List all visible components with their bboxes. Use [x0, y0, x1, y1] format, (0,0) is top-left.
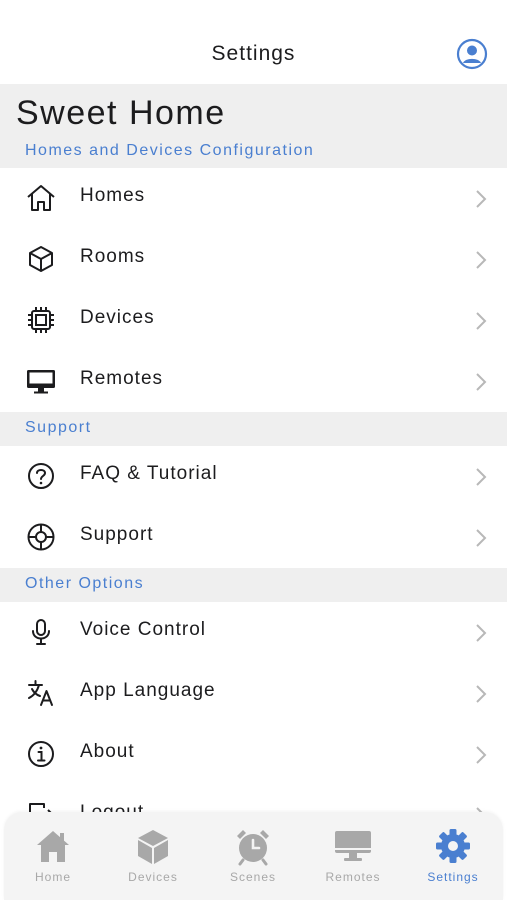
house-icon	[37, 831, 69, 862]
tab-bar: Home Devices Scenes Remotes Settings	[4, 812, 503, 900]
settings-list[interactable]: Sweet Home Homes and Devices Configurati…	[0, 84, 507, 812]
chevron-right-icon	[476, 624, 487, 642]
tab-label: Remotes	[325, 870, 381, 884]
logout-icon	[24, 798, 58, 812]
settings-item-label: Voice Control	[80, 619, 207, 640]
cube-icon	[24, 242, 58, 276]
chevron-right-icon	[476, 251, 487, 269]
chevron-right-icon	[476, 312, 487, 330]
section-title-support: Support	[25, 419, 92, 436]
tab-remotes[interactable]: Remotes	[308, 826, 398, 896]
nav-header: Settings	[0, 0, 507, 84]
chevron-right-icon	[476, 807, 483, 812]
lifebuoy-icon	[24, 520, 58, 554]
chevron-right-icon	[476, 746, 487, 764]
monitor-icon	[335, 831, 371, 861]
settings-item-logout[interactable]: Logout	[0, 785, 507, 812]
chevron-right-icon	[476, 373, 487, 391]
settings-item-label: About	[80, 741, 135, 762]
settings-item-devices[interactable]: Devices	[0, 290, 507, 351]
settings-item-voice-control[interactable]: Voice Control	[0, 602, 507, 663]
house-icon	[24, 181, 58, 215]
section-title-other: Other Options	[25, 575, 145, 592]
tab-settings[interactable]: Settings	[408, 826, 498, 896]
tab-label: Home	[34, 870, 71, 884]
microphone-icon	[24, 615, 58, 649]
settings-item-remotes[interactable]: Remotes	[0, 351, 507, 412]
settings-item-rooms[interactable]: Rooms	[0, 229, 507, 290]
settings-item-label: Remotes	[80, 368, 164, 389]
tab-home[interactable]: Home	[8, 826, 98, 896]
gear-icon	[436, 829, 470, 863]
section-header-support: Support	[0, 412, 507, 446]
section-title-config: Homes and Devices Configuration	[25, 142, 315, 159]
monitor-icon	[24, 364, 58, 398]
user-circle-icon	[456, 38, 488, 70]
settings-item-support[interactable]: Support	[0, 507, 507, 568]
settings-item-label: App Language	[80, 680, 216, 701]
tab-label: Settings	[427, 870, 479, 884]
tab-label: Devices	[128, 870, 178, 884]
tab-label: Scenes	[229, 870, 277, 884]
settings-item-faq[interactable]: FAQ & Tutorial	[0, 446, 507, 507]
tab-devices[interactable]: Devices	[108, 826, 198, 896]
chip-icon	[24, 303, 58, 337]
chevron-right-icon	[476, 529, 487, 547]
settings-item-label: Devices	[80, 307, 155, 328]
chevron-right-icon	[476, 685, 487, 703]
settings-item-label: Support	[80, 524, 154, 545]
question-circle-icon	[24, 459, 58, 493]
settings-item-label: FAQ & Tutorial	[80, 463, 218, 484]
settings-item-label: Rooms	[80, 246, 146, 267]
settings-item-label: Homes	[80, 185, 146, 206]
settings-item-about[interactable]: About	[0, 724, 507, 785]
home-name: Sweet Home	[16, 94, 226, 132]
settings-item-homes[interactable]: Homes	[0, 168, 507, 229]
section-header-other: Other Options	[0, 568, 507, 602]
profile-button[interactable]	[456, 38, 488, 70]
info-circle-icon	[24, 737, 58, 771]
tab-scenes[interactable]: Scenes	[208, 826, 298, 896]
cube-icon	[138, 830, 168, 864]
chevron-right-icon	[476, 190, 487, 208]
translate-icon	[24, 676, 58, 710]
page-title: Settings	[211, 42, 296, 65]
settings-item-app-language[interactable]: App Language	[0, 663, 507, 724]
settings-item-label: Logout	[80, 802, 144, 812]
alarm-clock-icon	[237, 830, 269, 866]
home-header: Sweet Home Homes and Devices Configurati…	[0, 84, 507, 168]
chevron-right-icon	[476, 468, 487, 486]
